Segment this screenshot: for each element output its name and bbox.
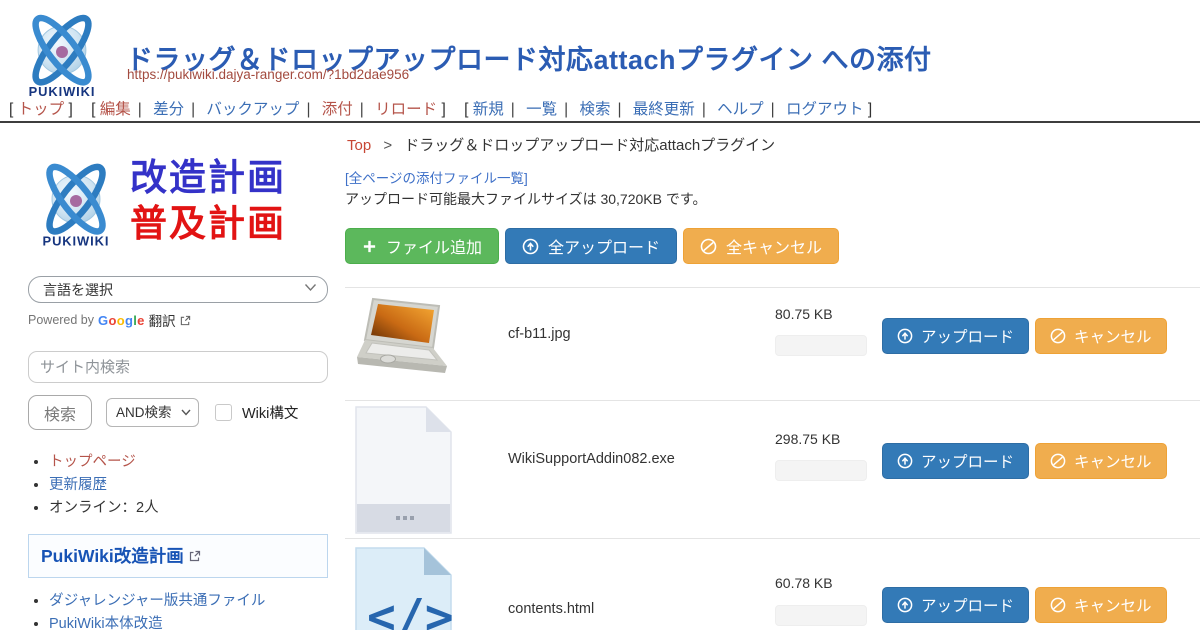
circle-arrow-up-icon — [897, 453, 913, 469]
search-mode-select[interactable]: AND検索 — [106, 398, 199, 427]
sidebar: 改造計画 普及計画 言語を選択 Powered by Google 翻訳 検索 — [28, 138, 328, 630]
cancel-button[interactable]: キャンセル — [1035, 443, 1167, 479]
page-url-link[interactable]: https://pukiwiki.dajya-ranger.com/?1bd2d… — [127, 67, 409, 82]
file-icon-generic — [355, 406, 452, 534]
nav-link-help[interactable]: ヘルプ — [717, 101, 764, 118]
pukiwiki-atom-logo-icon[interactable] — [16, 4, 108, 100]
file-size: 80.75 KB — [775, 306, 833, 322]
nav-link-search[interactable]: 検索 — [579, 101, 610, 118]
wiki-syntax-checkbox[interactable] — [215, 404, 232, 421]
nav-link-recent[interactable]: 最終更新 — [633, 101, 695, 118]
nav-link-top[interactable]: トップ — [18, 101, 65, 118]
list-item: ダジャレンジャー版共通ファイル — [49, 591, 328, 613]
file-size: 298.75 KB — [775, 431, 840, 447]
file-row: </> contents.html 60.78 KB アップロード キャンセル — [345, 538, 1200, 630]
plus-icon — [362, 239, 377, 254]
external-link-icon — [189, 550, 201, 562]
upload-progress-bar — [775, 605, 867, 626]
sidebar-item-top-page[interactable]: トップページ — [49, 454, 136, 470]
upload-progress-bar — [775, 335, 867, 356]
circle-arrow-up-icon — [897, 328, 913, 344]
breadcrumb-current-page: ドラッグ＆ドロップアップロード対応attachプラグイン — [404, 137, 775, 154]
file-size: 60.78 KB — [775, 575, 833, 591]
banner-fukyu-text: 普及計画 — [130, 201, 286, 247]
upload-all-button[interactable]: 全アップロード — [505, 228, 677, 264]
ban-icon — [1050, 328, 1066, 344]
sidebar-item-core-mod[interactable]: PukiWiki本体改造 — [49, 616, 163, 630]
cancel-all-button[interactable]: 全キャンセル — [683, 228, 839, 264]
top-navbar: [ トップ ] [ 編集| 差分| バックアップ| 添付| リロード ] [ 新… — [9, 97, 886, 119]
list-item: トップページ — [49, 452, 328, 474]
sidebar-plugin-links: ダジャレンジャー版共通ファイル PukiWiki本体改造 PukiWikiテキス… — [28, 591, 328, 630]
file-row: cf-b11.jpg 80.75 KB アップロード キャンセル — [345, 287, 1200, 400]
language-select[interactable]: 言語を選択 — [28, 276, 328, 303]
circle-arrow-up-icon — [522, 238, 539, 255]
nav-link-reload[interactable]: リロード — [375, 101, 437, 118]
max-upload-size-text: アップロード可能最大ファイルサイズは 30,720KB です。 — [345, 189, 706, 209]
sidebar-section-pukiwiki-kaizo[interactable]: PukiWiki改造計画 — [28, 534, 328, 578]
list-item: PukiWiki本体改造 — [49, 614, 328, 630]
cancel-button[interactable]: キャンセル — [1035, 318, 1167, 354]
circle-arrow-up-icon — [897, 597, 913, 613]
file-name: contents.html — [508, 601, 594, 617]
breadcrumb-top-link[interactable]: Top — [347, 137, 371, 154]
nav-link-attach[interactable]: 添付 — [322, 101, 353, 118]
ban-icon — [1050, 597, 1066, 613]
breadcrumb: Top > ドラッグ＆ドロップアップロード対応attachプラグイン — [347, 134, 775, 155]
search-button[interactable]: 検索 — [28, 395, 92, 430]
nav-group-top: [ トップ ] — [9, 101, 73, 118]
wiki-syntax-label: Wiki構文 — [242, 402, 298, 423]
upload-button[interactable]: アップロード — [882, 443, 1029, 479]
nav-link-logout[interactable]: ログアウト — [786, 101, 864, 118]
upload-progress-bar — [775, 460, 867, 481]
file-name: WikiSupportAddin082.exe — [508, 451, 675, 467]
all-pages-attach-list-link[interactable]: [全ページの添付ファイル一覧] — [345, 167, 528, 187]
nav-link-list[interactable]: 一覧 — [526, 101, 557, 118]
external-link-icon — [180, 315, 191, 326]
banner-kaizo-text: 改造計画 — [130, 155, 286, 201]
pukiwiki-atom-banner-icon — [28, 153, 124, 249]
list-item: 更新履歴 — [49, 475, 328, 497]
sidebar-quick-links: トップページ 更新履歴 オンライン：2人 — [28, 452, 328, 519]
file-thumbnail-laptop-photo — [355, 296, 452, 384]
file-name: cf-b11.jpg — [508, 326, 571, 342]
upload-button[interactable]: アップロード — [882, 318, 1029, 354]
nav-link-diff[interactable]: 差分 — [153, 101, 184, 118]
sidebar-item-history[interactable]: 更新履歴 — [49, 477, 107, 493]
sidebar-item-common-files[interactable]: ダジャレンジャー版共通ファイル — [49, 593, 265, 609]
nav-group-page: [ 編集| 差分| バックアップ| 添付| リロード ] — [91, 101, 446, 118]
navbar-divider — [0, 121, 1200, 123]
ban-icon — [1050, 453, 1066, 469]
file-icon-html-code: </> — [355, 547, 452, 630]
google-translate-attribution[interactable]: Powered by Google 翻訳 — [28, 310, 328, 330]
nav-link-edit[interactable]: 編集 — [100, 101, 131, 118]
site-search-input[interactable] — [28, 351, 328, 383]
google-logo-text: Google — [98, 313, 145, 328]
nav-link-new[interactable]: 新規 — [473, 101, 504, 118]
upload-file-list: cf-b11.jpg 80.75 KB アップロード キャンセル — [345, 287, 1200, 630]
online-status: オンライン：2人 — [49, 500, 159, 516]
svg-text:</>: </> — [367, 589, 452, 630]
nav-group-site: [ 新規| 一覧| 検索| 最終更新| ヘルプ| ログアウト ] — [464, 101, 872, 118]
sidebar-banner[interactable]: 改造計画 普及計画 — [28, 138, 328, 264]
list-item: オンライン：2人 — [49, 498, 328, 520]
bulk-action-buttons: ファイル追加 全アップロード 全キャンセル — [345, 228, 839, 264]
ban-icon — [700, 238, 717, 255]
add-files-button[interactable]: ファイル追加 — [345, 228, 499, 264]
nav-link-backup[interactable]: バックアップ — [206, 101, 299, 118]
upload-button[interactable]: アップロード — [882, 587, 1029, 623]
pukiwiki-attach-page: ドラッグ＆ドロップアップロード対応attachプラグイン への添付 https:… — [0, 0, 1200, 630]
file-row: WikiSupportAddin082.exe 298.75 KB アップロード… — [345, 400, 1200, 538]
cancel-button[interactable]: キャンセル — [1035, 587, 1167, 623]
